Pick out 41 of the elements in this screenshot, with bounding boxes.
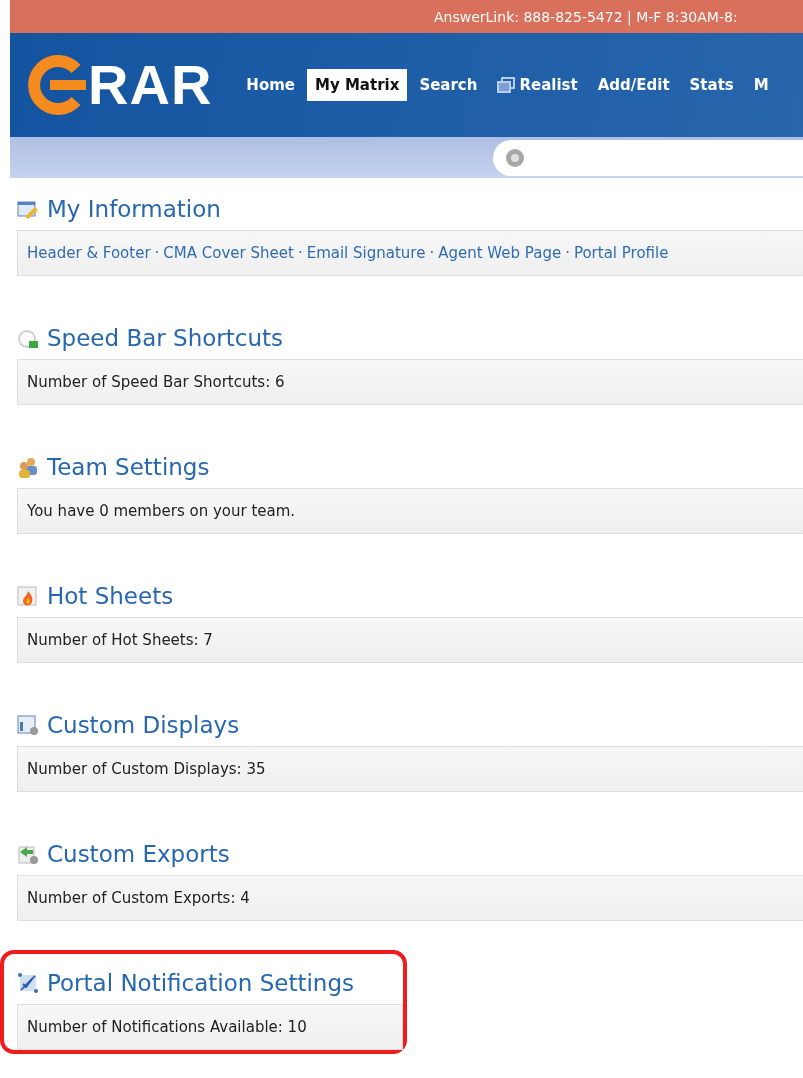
nav-tab[interactable]: Search [411, 69, 486, 101]
windows-icon [497, 77, 516, 93]
shortcut-icon [17, 327, 39, 349]
separator-dot: · [154, 244, 160, 262]
logo-text: RAR [88, 57, 213, 113]
separator-dot: · [565, 244, 570, 262]
section-title: Hot Sheets [47, 583, 174, 609]
section-link[interactable]: Portal Profile [573, 244, 669, 262]
nav-tab[interactable]: Realist [489, 69, 586, 101]
section-link[interactable]: Header & Footer [27, 244, 151, 262]
edit-icon [17, 198, 39, 220]
notification-icon [17, 972, 39, 994]
nav-tab[interactable]: Add/Edit [589, 69, 678, 101]
separator-dot: · [297, 244, 303, 262]
section-title: Team Settings [47, 454, 210, 480]
section-title: Custom Displays [47, 712, 240, 738]
help-icon [505, 147, 525, 168]
separator-dot: · [429, 244, 435, 262]
section-title: My Information [47, 196, 221, 222]
export-icon [17, 843, 39, 865]
section-link[interactable]: Email Signature [306, 244, 426, 262]
team-icon [17, 456, 39, 478]
section-text: You have 0 members on your team. [27, 502, 296, 520]
nav-tab[interactable]: Home [238, 69, 303, 101]
section-title: Portal Notification Settings [47, 970, 354, 996]
display-icon [17, 714, 39, 736]
section-title: Speed Bar Shortcuts [47, 325, 283, 351]
nav-tab[interactable]: My Matrix [307, 69, 408, 101]
section-text: Number of Custom Displays: 35 [27, 760, 266, 778]
section-text: Number of Hot Sheets: 7 [27, 631, 213, 649]
section-text: Number of Speed Bar Shortcuts: 6 [27, 373, 285, 391]
section-text: Number of Notifications Available: 10 [27, 1018, 307, 1036]
section-title: Custom Exports [47, 841, 230, 867]
section-link[interactable]: CMA Cover Sheet [163, 244, 294, 262]
helpline-text: AnswerLink: 888-825-5472 | M-F 8:30AM-8: [434, 8, 738, 25]
fire-icon [17, 585, 39, 607]
nav-tab[interactable]: M [745, 69, 777, 101]
section-link[interactable]: Agent Web Page [438, 244, 562, 262]
section-text: Number of Custom Exports: 4 [27, 889, 250, 907]
nav-tab[interactable]: Stats [681, 69, 742, 101]
search-field[interactable] [493, 139, 803, 176]
